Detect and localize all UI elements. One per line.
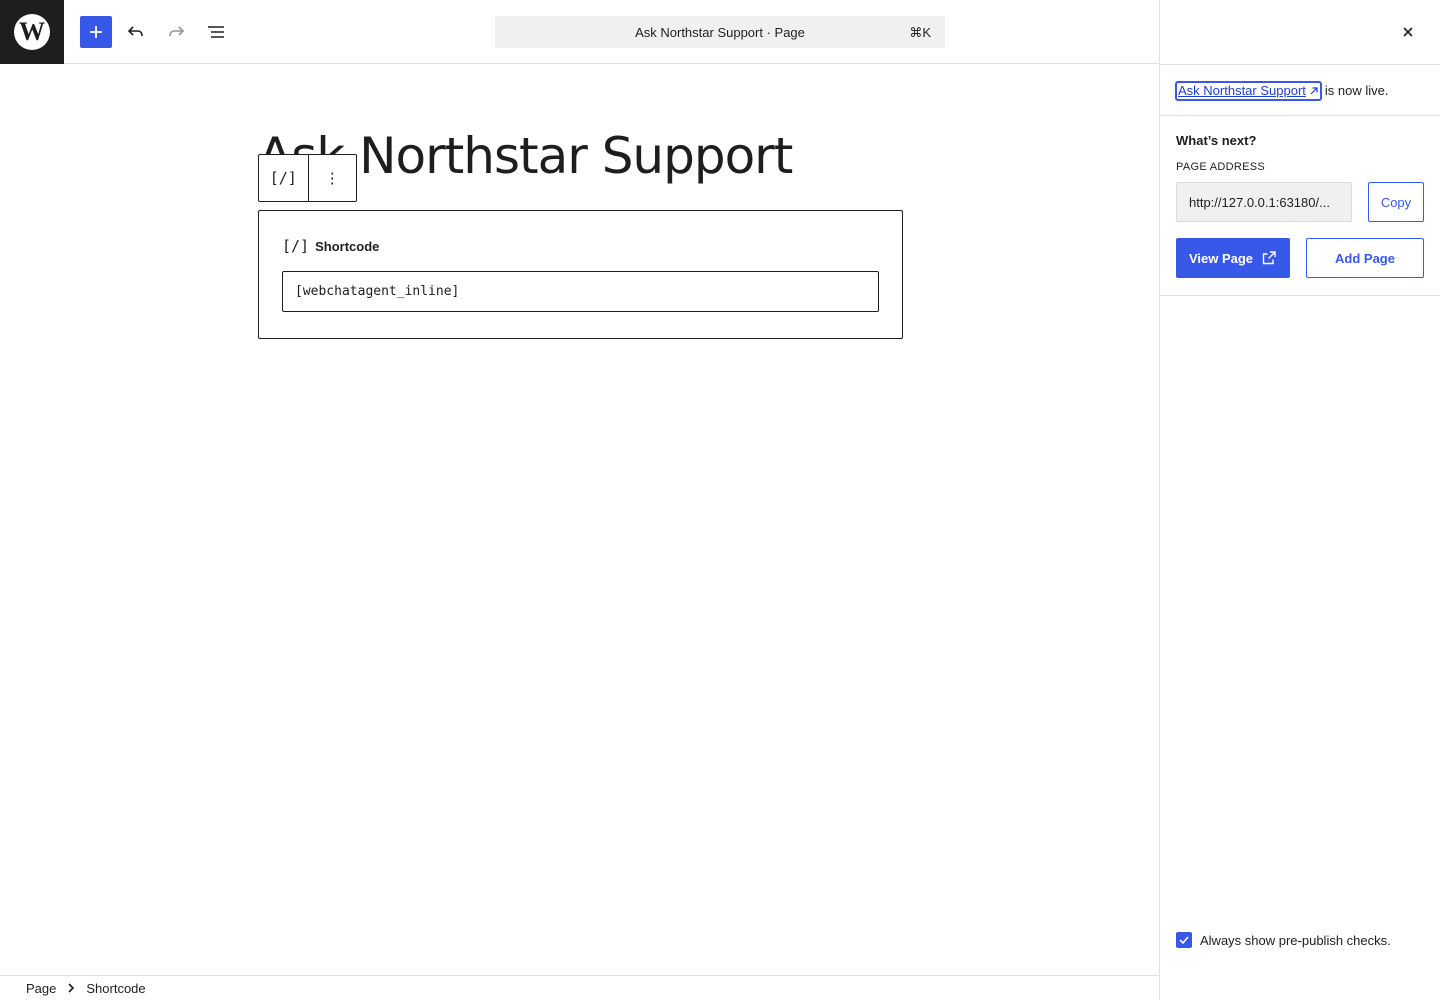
command-shortcut: ⌘K (909, 25, 931, 40)
breadcrumb-item-page[interactable]: Page (26, 981, 56, 996)
shortcode-input[interactable]: [webchatagent_inline] (282, 271, 879, 312)
shortcode-label: [/] Shortcode (282, 235, 879, 257)
page-address-label: PAGE ADDRESS (1176, 161, 1265, 173)
block-type-button[interactable]: [/] (259, 155, 308, 201)
close-panel-button[interactable] (1392, 16, 1424, 48)
block-breadcrumb: Page Shortcode (0, 975, 1159, 1000)
external-arrow-icon (1310, 87, 1318, 95)
shortcode-block[interactable]: [/] Shortcode [webchatagent_inline] (258, 210, 903, 339)
block-options-button[interactable]: ⋮ (307, 155, 357, 201)
undo-icon (127, 26, 143, 36)
whats-next-heading: What’s next? (1176, 133, 1257, 148)
breadcrumb-item-shortcode[interactable]: Shortcode (86, 981, 145, 996)
wordpress-logo-icon[interactable]: W (0, 0, 64, 64)
panel-header (1160, 0, 1440, 65)
undo-button[interactable] (120, 16, 152, 48)
command-palette-bar[interactable]: Ask Northstar Support · Page ⌘K (495, 16, 945, 48)
post-publish-actions: View Page Add Page (1176, 238, 1424, 278)
redo-icon (169, 26, 185, 36)
plus-icon (90, 26, 102, 38)
chevron-right-icon (68, 983, 75, 993)
view-page-label: View Page (1188, 250, 1254, 266)
page-address-row: http://127.0.0.1:63180/... Copy (1176, 182, 1424, 222)
add-page-button[interactable]: Add Page (1306, 238, 1424, 278)
published-page-link[interactable]: Ask Northstar Support (1175, 81, 1322, 101)
list-view-button[interactable] (200, 16, 232, 48)
list-view-icon (208, 26, 224, 38)
whats-next-section: What’s next? PAGE ADDRESS http://127.0.0… (1160, 116, 1440, 296)
block-inserter-button[interactable] (80, 16, 112, 48)
redo-button[interactable] (160, 16, 192, 48)
document-title: Ask Northstar Support · Page (635, 24, 805, 40)
prepublish-checks-option: Always show pre-publish checks. (1176, 932, 1391, 948)
copy-address-button[interactable]: Copy (1368, 182, 1424, 222)
prepublish-checkbox[interactable] (1176, 932, 1192, 948)
published-page-link-text: Ask Northstar Support (1178, 83, 1306, 98)
close-icon (1403, 27, 1413, 37)
live-suffix: is now live. (1324, 83, 1389, 98)
prepublish-label[interactable]: Always show pre-publish checks. (1200, 933, 1391, 948)
shortcode-label-text: Shortcode (315, 238, 380, 254)
external-link-icon (1262, 251, 1276, 265)
shortcode-icon: [/] (282, 237, 310, 255)
editor-header: W Ask Northstar Support · Page ⌘K (0, 0, 1159, 64)
checkmark-icon (1179, 936, 1189, 945)
post-publish-panel: Ask Northstar Support is now live. What’… (1159, 0, 1440, 1000)
publish-status: Ask Northstar Support is now live. (1160, 65, 1440, 116)
view-page-button[interactable]: View Page (1176, 238, 1290, 278)
page-address-field[interactable]: http://127.0.0.1:63180/... (1176, 182, 1352, 222)
block-toolbar: [/] ⋮ (258, 154, 357, 202)
editor-canvas: Ask Northstar Support [/] ⋮ [/] Shortcod… (0, 65, 1159, 975)
